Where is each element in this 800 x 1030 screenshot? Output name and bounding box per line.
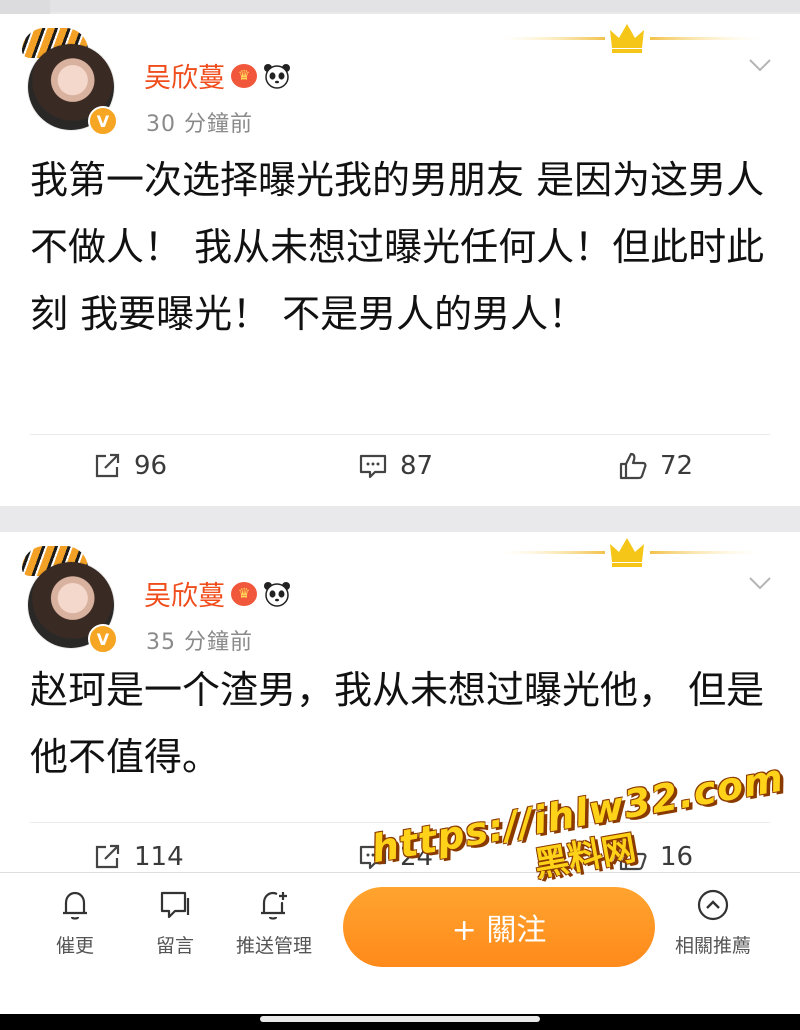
thumbs-up-icon bbox=[619, 843, 647, 871]
like-count: 16 bbox=[660, 842, 694, 872]
post-text: 赵珂是一个渣男，我从未想过曝光他， 但是他不值得。 bbox=[30, 668, 765, 779]
chevron-down-icon[interactable] bbox=[748, 576, 772, 590]
username-row[interactable]: 吴欣蔓 ♛ bbox=[144, 56, 291, 95]
message-icon bbox=[160, 891, 190, 919]
verified-v-icon: V bbox=[88, 106, 118, 136]
like-count: 72 bbox=[660, 451, 694, 481]
message-label: 留言 bbox=[155, 935, 194, 957]
repost-count: 114 bbox=[134, 842, 184, 872]
repost-icon bbox=[95, 844, 120, 869]
panda-emoji-icon bbox=[263, 63, 291, 89]
circle-chevron-up-icon bbox=[697, 889, 729, 921]
panda-emoji-icon bbox=[263, 581, 291, 607]
username-row[interactable]: 吴欣蔓 ♛ bbox=[144, 574, 291, 613]
message-button[interactable]: 留言 bbox=[130, 887, 220, 958]
post-card-2[interactable]: V 吴欣蔓 ♛ 35 分鐘前 赵珂是一个渣男，我从未想过曝光他， 但是他不值得。… bbox=[0, 532, 800, 872]
remind-update-button[interactable]: 催更 bbox=[30, 887, 120, 958]
crown-decoration-icon bbox=[500, 538, 760, 567]
username[interactable]: 吴欣蔓 bbox=[144, 574, 225, 613]
crown-badge-icon: ♛ bbox=[231, 63, 257, 88]
divider bbox=[30, 822, 770, 823]
crown-decoration-icon bbox=[500, 24, 760, 53]
home-indicator-pill[interactable] bbox=[260, 1016, 540, 1022]
related-recommend-button[interactable]: 相關推薦 bbox=[668, 887, 758, 958]
chevron-down-icon[interactable] bbox=[748, 58, 772, 72]
comment-count: 87 bbox=[400, 451, 434, 481]
crown-badge-icon: ♛ bbox=[231, 581, 257, 606]
push-settings-button[interactable]: 推送管理 bbox=[228, 887, 320, 958]
comment-icon bbox=[359, 845, 387, 870]
repost-icon bbox=[95, 453, 120, 478]
remind-label: 催更 bbox=[55, 935, 94, 957]
avatar[interactable]: V bbox=[22, 546, 118, 656]
push-label: 推送管理 bbox=[235, 935, 312, 957]
thumbs-up-icon bbox=[619, 452, 647, 480]
comment-count: 24 bbox=[400, 842, 434, 872]
like-button[interactable]: 16 bbox=[618, 842, 693, 872]
top-strip bbox=[0, 0, 800, 18]
username[interactable]: 吴欣蔓 bbox=[144, 56, 225, 95]
repost-button[interactable]: 114 bbox=[92, 842, 184, 872]
recommend-label: 相關推薦 bbox=[674, 935, 751, 957]
repost-count: 96 bbox=[134, 451, 168, 481]
repost-button[interactable]: 96 bbox=[92, 451, 167, 481]
bottom-action-bar: 催更 留言 推送管理 + 關注 相關推薦 bbox=[0, 872, 800, 1015]
post-time: 35 分鐘前 bbox=[146, 630, 253, 655]
follow-button[interactable]: + 關注 bbox=[343, 887, 655, 967]
like-button[interactable]: 72 bbox=[618, 451, 693, 481]
comment-button[interactable]: 87 bbox=[358, 451, 433, 481]
bell-plus-icon bbox=[261, 891, 287, 920]
home-indicator bbox=[0, 1014, 800, 1030]
comment-button[interactable]: 24 bbox=[358, 842, 433, 872]
divider bbox=[30, 434, 770, 435]
avatar[interactable]: V bbox=[22, 28, 118, 138]
post-time: 30 分鐘前 bbox=[146, 112, 253, 137]
post-text: 我第一次选择曝光我的男朋友 是因为这男人不做人！ 我从未想过曝光任何人！但此时此… bbox=[30, 158, 765, 336]
verified-v-icon: V bbox=[88, 624, 118, 654]
comment-icon bbox=[359, 454, 387, 479]
post-card-1[interactable]: V 吴欣蔓 ♛ 30 分鐘前 我第一次选择曝光我的男朋友 是因为这男人不做人！ … bbox=[0, 14, 800, 506]
bell-icon bbox=[63, 891, 87, 920]
